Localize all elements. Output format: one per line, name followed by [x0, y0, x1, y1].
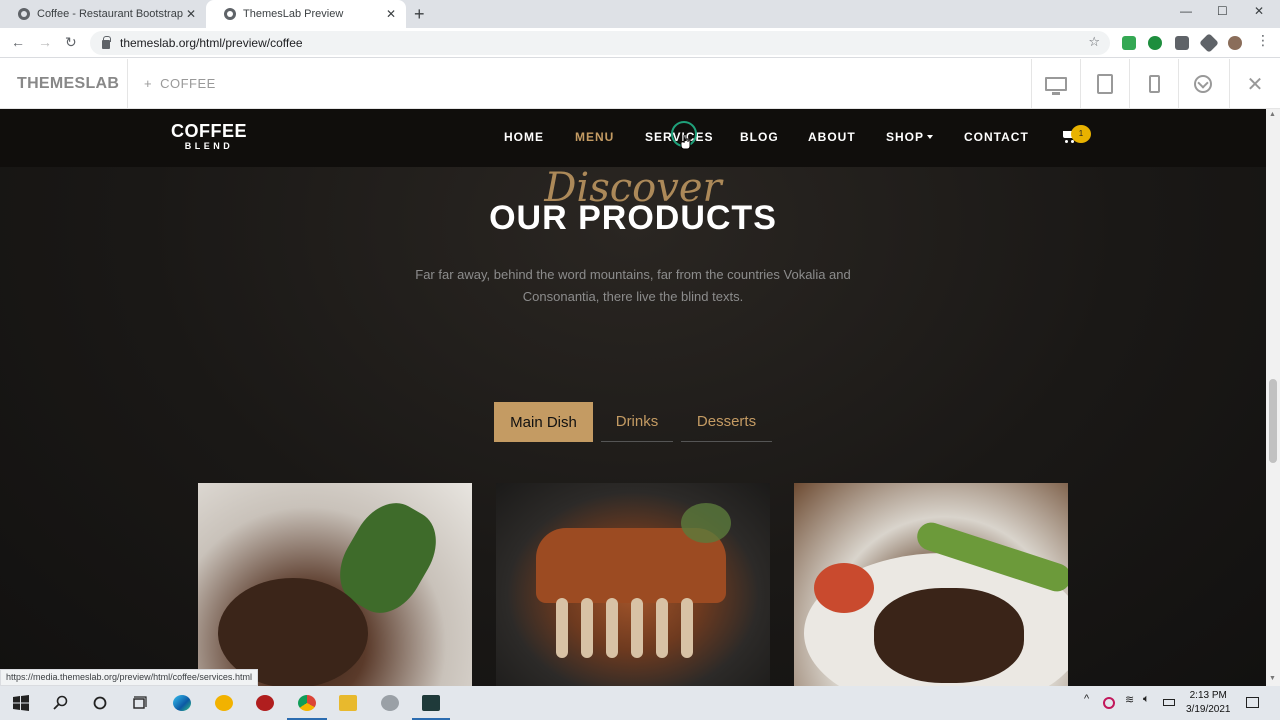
- file-explorer-icon[interactable]: [339, 695, 357, 711]
- back-icon[interactable]: ←: [11, 34, 25, 50]
- hand-cursor-icon: [680, 134, 691, 150]
- robot-extension-icon[interactable]: [1175, 36, 1189, 50]
- paint-icon[interactable]: [381, 695, 399, 711]
- extension-icon[interactable]: [1148, 36, 1162, 50]
- tab-drinks[interactable]: Drinks: [601, 402, 673, 442]
- page-scrollbar[interactable]: ▲ ▼: [1266, 109, 1280, 686]
- windows-start-icon[interactable]: [12, 695, 30, 711]
- divider: [127, 59, 128, 109]
- scroll-down-icon[interactable]: ▼: [1269, 675, 1276, 682]
- browser-tabstrip: Coffee - Restaurant Bootstrap HT ✕ Theme…: [0, 0, 1280, 28]
- tablet-view-button[interactable]: [1080, 59, 1129, 109]
- product-image-steak-broccoli[interactable]: [198, 483, 472, 686]
- address-bar[interactable]: themeslab.org/html/preview/coffee ☆: [90, 31, 1110, 55]
- desktop-icon: [1045, 77, 1067, 95]
- tab-title: ThemesLab Preview: [243, 8, 344, 20]
- themeslab-logo[interactable]: THEMESLAB: [17, 75, 119, 93]
- phone-view-button[interactable]: [1129, 59, 1178, 109]
- phone-icon: [1148, 75, 1160, 93]
- minimize-icon[interactable]: —: [1180, 4, 1192, 18]
- close-icon: ✕: [1246, 73, 1264, 96]
- task-view-icon[interactable]: [131, 695, 149, 711]
- site-navbar: COFFEE BLEND HOME MENU SERVICES BLOG ABO…: [0, 109, 1266, 167]
- bookmark-star-icon[interactable]: ☆: [1088, 34, 1100, 50]
- browser-toolbar: ← → ↻ themeslab.org/html/preview/coffee …: [0, 28, 1280, 58]
- nav-menu[interactable]: MENU: [575, 130, 614, 144]
- status-url: https://media.themeslab.org/preview/html…: [0, 669, 258, 686]
- lock-icon: [102, 35, 111, 49]
- intro-line1: Far far away, behind the word mountains,…: [415, 267, 851, 282]
- clock-date: 3/19/2021: [1186, 704, 1231, 715]
- forward-icon[interactable]: →: [38, 34, 52, 50]
- menu-kebab-icon[interactable]: ⋮: [1256, 32, 1270, 49]
- shield-extension-icon[interactable]: [1122, 36, 1136, 50]
- puzzle-icon[interactable]: [1199, 33, 1219, 53]
- edge-icon[interactable]: [173, 695, 191, 711]
- nav-contact[interactable]: CONTACT: [964, 130, 1029, 144]
- website-viewport: COFFEE BLEND HOME MENU SERVICES BLOG ABO…: [0, 109, 1266, 686]
- tab-title: Coffee - Restaurant Bootstrap HT: [37, 8, 184, 20]
- url-text: themeslab.org/html/preview/coffee: [120, 36, 303, 50]
- coffee-blend-logo[interactable]: COFFEE BLEND: [171, 121, 248, 152]
- theme-name: COFFEE: [160, 76, 216, 91]
- caret-down-icon: [927, 135, 934, 139]
- scroll-up-icon[interactable]: ▲: [1269, 111, 1276, 118]
- wifi-icon[interactable]: ≋: [1125, 693, 1134, 706]
- tab-close-icon[interactable]: ✕: [184, 7, 198, 21]
- tab-main-dish[interactable]: Main Dish: [494, 402, 593, 442]
- system-clock[interactable]: 2:13 PM 3/19/2021: [1186, 689, 1231, 717]
- globe-icon: [18, 8, 30, 20]
- tab-desserts[interactable]: Desserts: [681, 402, 772, 442]
- notifications-icon[interactable]: [1246, 697, 1259, 708]
- weather-icon[interactable]: [215, 695, 233, 711]
- plus-icon: +: [144, 76, 153, 91]
- desktop-view-button[interactable]: [1031, 59, 1080, 109]
- close-preview-button[interactable]: ✕: [1229, 59, 1280, 109]
- nav-blog[interactable]: BLOG: [740, 130, 779, 144]
- product-image-steak-asparagus[interactable]: [794, 483, 1068, 686]
- reload-icon[interactable]: ↻: [65, 34, 77, 51]
- logo-line1: COFFEE: [171, 121, 248, 141]
- section-intro: Far far away, behind the word mountains,…: [393, 264, 873, 308]
- logo-line2: BLEND: [184, 141, 234, 151]
- search-icon[interactable]: [52, 695, 70, 711]
- scroll-thumb[interactable]: [1269, 379, 1277, 463]
- nav-about[interactable]: ABOUT: [808, 130, 856, 144]
- tray-expand-icon[interactable]: ^: [1084, 693, 1089, 705]
- intro-line2: Consonantia, there live the blind texts.: [522, 289, 744, 304]
- clock-time: 2:13 PM: [1189, 690, 1227, 701]
- record-icon[interactable]: [1103, 697, 1115, 709]
- tablet-icon: [1097, 74, 1113, 94]
- product-image-rack-of-lamb[interactable]: [496, 483, 770, 686]
- battery-icon[interactable]: [1163, 699, 1175, 706]
- new-tab-icon[interactable]: +: [414, 4, 425, 25]
- cortana-icon[interactable]: [91, 695, 109, 711]
- cart-count-badge: 1: [1071, 125, 1091, 143]
- globe-icon: [224, 8, 236, 20]
- section-title: OUR PRODUCTS: [489, 199, 777, 237]
- maximize-icon[interactable]: ☐: [1217, 4, 1228, 18]
- editor-app-icon[interactable]: [422, 695, 440, 711]
- volume-icon[interactable]: 🔈︎: [1143, 693, 1150, 706]
- avatar[interactable]: [1228, 36, 1242, 50]
- browser-tab-coffee[interactable]: Coffee - Restaurant Bootstrap HT ✕: [0, 0, 206, 28]
- nav-home[interactable]: HOME: [504, 130, 544, 144]
- browser-tab-themeslab[interactable]: ThemesLab Preview ✕: [206, 0, 406, 28]
- window-close-icon[interactable]: ✕: [1254, 4, 1264, 18]
- security-app-icon[interactable]: [256, 695, 274, 711]
- chrome-icon[interactable]: [298, 695, 316, 711]
- download-button[interactable]: [1178, 59, 1227, 109]
- download-icon: [1194, 75, 1212, 93]
- tab-close-icon[interactable]: ✕: [384, 7, 398, 21]
- preview-bar: THEMESLAB + COFFEE ✕: [0, 59, 1280, 109]
- product-tabs: Main Dish Drinks Desserts: [0, 402, 1266, 442]
- nav-shop[interactable]: SHOP: [886, 130, 934, 144]
- windows-taskbar: ^ ≋ 🔈︎ 2:13 PM 3/19/2021: [0, 686, 1280, 720]
- theme-title: + COFFEE: [144, 76, 216, 91]
- nav-shop-label: SHOP: [886, 130, 925, 144]
